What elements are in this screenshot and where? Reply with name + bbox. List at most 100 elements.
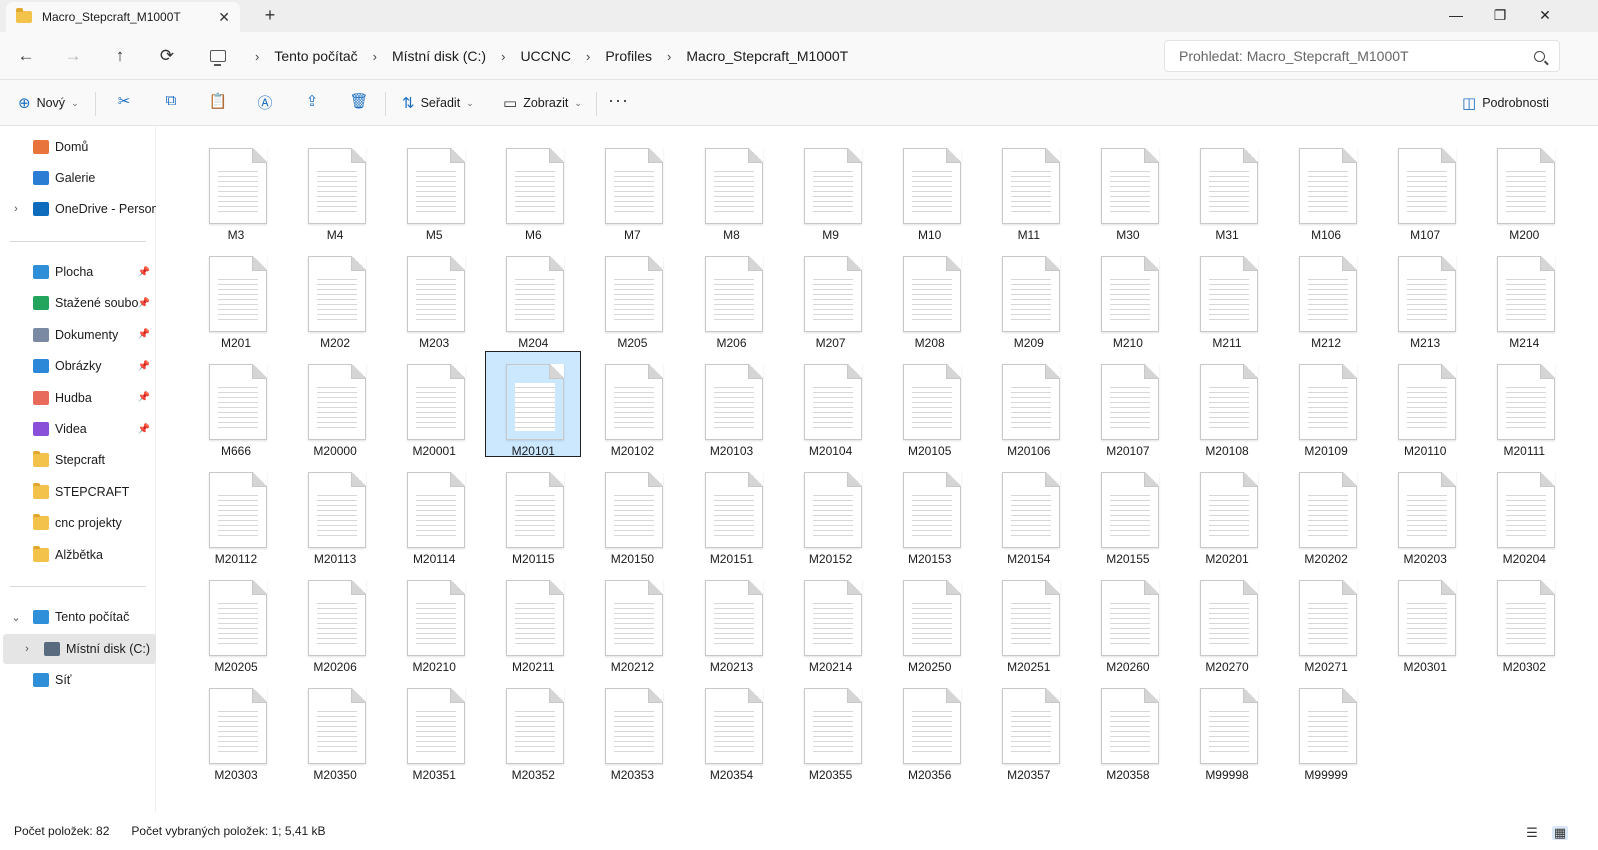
file-item[interactable]: M20214 xyxy=(783,567,879,674)
file-item[interactable]: M20303 xyxy=(188,675,284,782)
sidebar-item[interactable]: Domů xyxy=(0,132,156,162)
close-tab-icon[interactable]: ✕ xyxy=(218,9,230,26)
file-item[interactable]: M210 xyxy=(1080,243,1176,350)
share-icon[interactable]: ⇪ xyxy=(300,92,324,114)
breadcrumb-item[interactable]: Tento počítač xyxy=(274,48,357,64)
file-item[interactable]: M4 xyxy=(287,135,383,242)
file-item[interactable]: M20357 xyxy=(981,675,1077,782)
close-window-button[interactable]: ✕ xyxy=(1522,0,1568,32)
file-item[interactable]: M20203 xyxy=(1377,459,1473,566)
new-button[interactable]: ⊕ Nový ⌄ xyxy=(10,87,87,119)
large-icons-view-icon[interactable]: ▦ xyxy=(1552,826,1568,840)
breadcrumb-item[interactable]: Profiles xyxy=(605,48,652,64)
file-item[interactable]: M20350 xyxy=(287,675,383,782)
sidebar-item[interactable]: cnc projekty xyxy=(0,508,156,538)
file-item[interactable]: M3 xyxy=(188,135,284,242)
file-item[interactable]: M20104 xyxy=(783,351,879,458)
pin-icon[interactable]: 📌 xyxy=(138,424,150,435)
file-item[interactable]: M201 xyxy=(188,243,284,350)
view-button[interactable]: ▭ Zobrazit ⌄ xyxy=(495,87,590,119)
file-item[interactable]: M20103 xyxy=(684,351,780,458)
file-item[interactable]: M205 xyxy=(584,243,680,350)
sidebar-item[interactable]: › Místní disk (C:) xyxy=(3,633,156,664)
file-item[interactable]: M20354 xyxy=(684,675,780,782)
maximize-button[interactable]: ❐ xyxy=(1477,0,1523,32)
sidebar-item[interactable]: Plocha 📌 xyxy=(0,257,156,287)
file-item[interactable]: M20302 xyxy=(1476,567,1572,674)
file-item[interactable]: M20271 xyxy=(1278,567,1374,674)
sidebar-item[interactable]: ⌄ Tento počítač xyxy=(0,602,156,632)
file-item[interactable]: M211 xyxy=(1179,243,1275,350)
file-item[interactable]: M20213 xyxy=(684,567,780,674)
file-item[interactable]: M20351 xyxy=(386,675,482,782)
file-item[interactable]: M9 xyxy=(783,135,879,242)
more-options-button[interactable]: ··· xyxy=(608,90,629,111)
back-button[interactable]: ← xyxy=(12,42,40,70)
sidebar-item[interactable]: Síť xyxy=(0,665,156,695)
file-item[interactable]: M20210 xyxy=(386,567,482,674)
pin-icon[interactable]: 📌 xyxy=(138,361,150,372)
file-item[interactable]: M214 xyxy=(1476,243,1572,350)
file-item[interactable]: M20206 xyxy=(287,567,383,674)
sidebar-item[interactable]: Videa 📌 xyxy=(0,414,156,444)
file-item[interactable]: M20108 xyxy=(1179,351,1275,458)
new-tab-button[interactable]: + xyxy=(258,4,282,28)
file-item[interactable]: M20107 xyxy=(1080,351,1176,458)
file-item[interactable]: M20154 xyxy=(981,459,1077,566)
file-item[interactable]: M20155 xyxy=(1080,459,1176,566)
file-item[interactable]: M20150 xyxy=(584,459,680,566)
file-item[interactable]: M8 xyxy=(684,135,780,242)
file-item[interactable]: M31 xyxy=(1179,135,1275,242)
chevron-down-icon[interactable]: ⌄ xyxy=(9,611,23,624)
breadcrumb-separator[interactable]: › xyxy=(501,49,505,64)
breadcrumb-separator[interactable]: › xyxy=(373,49,377,64)
file-item[interactable]: M20212 xyxy=(584,567,680,674)
file-item[interactable]: M6 xyxy=(485,135,581,242)
sidebar-item[interactable]: Galerie xyxy=(0,163,156,193)
file-item[interactable]: M208 xyxy=(882,243,978,350)
search-input[interactable] xyxy=(1179,48,1534,64)
file-item[interactable]: M5 xyxy=(386,135,482,242)
file-item[interactable]: M20211 xyxy=(485,567,581,674)
breadcrumb-item[interactable]: Macro_Stepcraft_M1000T xyxy=(686,48,848,64)
sort-button[interactable]: ⇅ Seřadit ⌄ xyxy=(394,87,482,119)
file-item[interactable]: M20204 xyxy=(1476,459,1572,566)
file-item[interactable]: M107 xyxy=(1377,135,1473,242)
pin-icon[interactable]: 📌 xyxy=(138,392,150,403)
tab-active[interactable]: Macro_Stepcraft_M1000T ✕ xyxy=(6,2,240,32)
breadcrumb-item[interactable]: Místní disk (C:) xyxy=(392,48,486,64)
breadcrumb-separator[interactable]: › xyxy=(667,49,671,64)
file-item[interactable]: M20202 xyxy=(1278,459,1374,566)
search-icon[interactable] xyxy=(1534,50,1545,62)
file-item[interactable]: M20113 xyxy=(287,459,383,566)
search-box[interactable] xyxy=(1164,40,1560,72)
file-item[interactable]: M20355 xyxy=(783,675,879,782)
file-item[interactable]: M20105 xyxy=(882,351,978,458)
computer-icon[interactable] xyxy=(210,50,226,66)
file-item[interactable]: M203 xyxy=(386,243,482,350)
file-item[interactable]: M20353 xyxy=(584,675,680,782)
sidebar-item[interactable]: Stepcraft xyxy=(0,445,156,475)
file-item[interactable]: M10 xyxy=(882,135,978,242)
file-item[interactable]: M20270 xyxy=(1179,567,1275,674)
breadcrumb-separator[interactable]: › xyxy=(586,49,590,64)
file-item[interactable]: M30 xyxy=(1080,135,1176,242)
file-item[interactable]: M20352 xyxy=(485,675,581,782)
file-item[interactable]: M20102 xyxy=(584,351,680,458)
rename-icon[interactable]: Ⓐ xyxy=(253,92,277,114)
up-button[interactable]: ↑ xyxy=(106,42,134,70)
sidebar-item[interactable]: STEPCRAFT xyxy=(0,477,156,507)
file-item[interactable]: M20111 xyxy=(1476,351,1572,458)
breadcrumb-separator[interactable]: › xyxy=(255,49,259,64)
file-item[interactable]: M212 xyxy=(1278,243,1374,350)
file-item[interactable]: M20000 xyxy=(287,351,383,458)
file-item[interactable]: M206 xyxy=(684,243,780,350)
chevron-right-icon[interactable]: › xyxy=(9,203,23,215)
details-button[interactable]: ◫ Podrobnosti xyxy=(1454,87,1557,119)
file-item[interactable]: M202 xyxy=(287,243,383,350)
cut-icon[interactable]: ✂ xyxy=(112,92,136,114)
file-item[interactable]: M99999 xyxy=(1278,675,1374,782)
file-item[interactable]: M666 xyxy=(188,351,284,458)
paste-icon[interactable]: 📋 xyxy=(206,92,230,114)
file-item[interactable]: M20152 xyxy=(783,459,879,566)
